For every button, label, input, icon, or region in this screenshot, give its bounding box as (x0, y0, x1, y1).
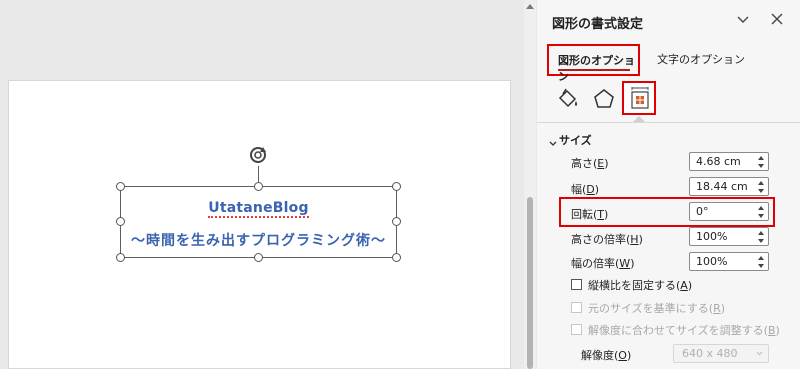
effects-icon[interactable] (591, 86, 617, 112)
rotate-handle-icon[interactable] (247, 144, 269, 166)
rotation-spinner[interactable]: 0° (689, 202, 769, 221)
section-size-header[interactable]: サイズ (559, 132, 592, 148)
relative-original-label: 元のサイズを基準にする(R) (588, 302, 726, 315)
spin-up-icon[interactable] (758, 256, 764, 260)
resolution-label: 解像度(O) (581, 349, 632, 362)
pane-title: 図形の書式設定 (552, 17, 644, 32)
spin-up-icon[interactable] (758, 231, 764, 235)
width-label: 幅(D) (571, 183, 600, 196)
resize-handle-top[interactable] (254, 182, 263, 191)
lock-aspect-label: 縦横比を固定する(A) (588, 279, 693, 292)
scale-height-spinner[interactable]: 100% (689, 227, 769, 246)
spin-down-icon[interactable] (758, 164, 764, 168)
resize-handle-top-right[interactable] (392, 182, 401, 191)
resize-handle-bottom-right[interactable] (392, 253, 401, 262)
resize-handle-bottom-left[interactable] (116, 253, 125, 262)
shape-text-subtitle[interactable]: 〜時間を生み出すプログラミング術〜 (120, 230, 397, 250)
pane-divider (537, 122, 800, 123)
scale-width-label: 幅の倍率(W) (571, 257, 635, 270)
format-shape-pane: 図形の書式設定 図形のオプション 文字のオプション サイズ 高さ(E) 4.68… (537, 0, 800, 369)
tab-shape-options[interactable]: 図形のオプション (547, 44, 640, 83)
best-scale-label: 解像度に合わせてサイズを調整する(B) (588, 324, 780, 337)
spin-down-icon[interactable] (758, 214, 764, 218)
fill-line-icon[interactable] (555, 86, 581, 112)
slide-canvas[interactable]: UtataneBlog 〜時間を生み出すプログラミング術〜 (0, 0, 524, 369)
spin-down-icon[interactable] (758, 239, 764, 243)
size-properties-icon[interactable] (622, 81, 656, 115)
shape-text-title[interactable]: UtataneBlog (120, 200, 397, 218)
rotation-label: 回転(T) (571, 208, 609, 221)
resize-handle-bottom[interactable] (254, 253, 263, 262)
scroll-up-icon[interactable] (526, 4, 534, 9)
height-spinner[interactable]: 4.68 cm (689, 152, 769, 171)
scale-height-label: 高さの倍率(H) (571, 233, 643, 246)
spin-up-icon[interactable] (758, 181, 764, 185)
close-icon[interactable] (770, 12, 784, 26)
resolution-select[interactable]: 640 x 480 (673, 344, 769, 363)
resize-handle-left[interactable] (116, 217, 125, 226)
chevron-down-icon (756, 351, 763, 356)
spin-up-icon[interactable] (758, 156, 764, 160)
resize-handle-right[interactable] (392, 217, 401, 226)
width-spinner[interactable]: 18.44 cm (689, 177, 769, 196)
resize-handle-top-left[interactable] (116, 182, 125, 191)
spin-up-icon[interactable] (758, 206, 764, 210)
scale-width-spinner[interactable]: 100% (689, 252, 769, 271)
scrollbar-thumb[interactable] (527, 197, 533, 369)
spin-down-icon[interactable] (758, 189, 764, 193)
lock-aspect-checkbox[interactable] (571, 279, 582, 290)
chevron-down-icon[interactable] (736, 13, 750, 27)
best-scale-checkbox[interactable] (571, 324, 582, 335)
height-label: 高さ(E) (571, 157, 609, 170)
spin-down-icon[interactable] (758, 264, 764, 268)
chevron-down-icon[interactable] (549, 136, 557, 146)
active-tab-underline (558, 69, 630, 71)
tab-text-options[interactable]: 文字のオプション (657, 51, 745, 67)
relative-original-checkbox[interactable] (571, 302, 582, 313)
vertical-scrollbar[interactable] (524, 0, 536, 369)
